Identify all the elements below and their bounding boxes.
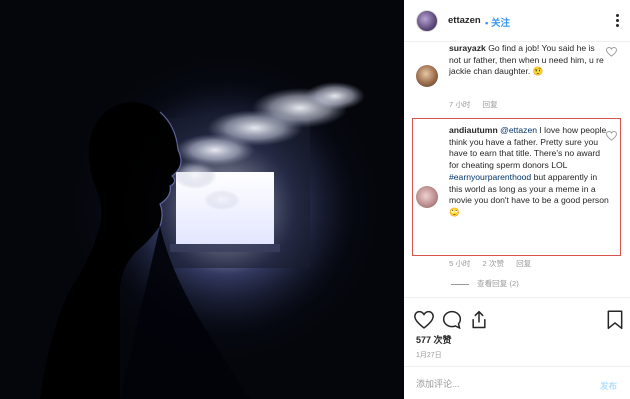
view-replies-button[interactable]: 查看回复 (2) — [451, 278, 519, 289]
reply-button[interactable]: 回复 — [483, 100, 498, 109]
bookmark-icon[interactable] — [605, 310, 625, 330]
post-date[interactable]: 1月27日 — [416, 350, 442, 360]
post-header: ettazen • 关注 — [404, 0, 630, 42]
replies-divider — [451, 283, 469, 285]
share-icon[interactable] — [469, 310, 489, 330]
comment-text: surayazk Go find a job! You said he is n… — [449, 43, 609, 78]
author-username[interactable]: ettazen — [448, 15, 481, 26]
highlight-box — [412, 118, 621, 256]
view-replies-label: 查看回复 (2) — [477, 279, 519, 288]
post-comment-button[interactable]: 发布 — [600, 380, 617, 392]
reply-button[interactable]: 回复 — [516, 259, 531, 268]
heart-icon[interactable] — [414, 310, 434, 330]
follow-label: 关注 — [490, 18, 510, 29]
comment-time: 7 小时 — [449, 100, 471, 109]
post-photo — [0, 0, 404, 399]
heart-icon[interactable] — [606, 47, 617, 57]
likes-count[interactable]: 577 次赞 — [416, 333, 452, 346]
commenter-username[interactable]: surayazk — [449, 43, 486, 53]
more-options-icon[interactable] — [610, 12, 624, 30]
author-avatar[interactable] — [416, 10, 438, 32]
comment-likes[interactable]: 2 次赞 — [483, 259, 505, 268]
comment-icon[interactable] — [442, 310, 462, 330]
comment-meta: 7 小时 回复 — [449, 99, 510, 110]
comment-time: 5 小时 — [449, 259, 471, 268]
follow-button[interactable]: • 关注 — [485, 15, 510, 29]
separator-dot: • — [485, 18, 489, 29]
add-comment-input[interactable] — [416, 379, 576, 389]
post-actions-bar — [404, 297, 630, 330]
commenter-avatar[interactable] — [416, 65, 438, 87]
comment-meta: 5 小时 2 次赞 回复 — [449, 258, 543, 269]
comment-item: surayazk Go find a job! You said he is n… — [404, 43, 630, 113]
silhouette-smoke-image — [0, 0, 404, 399]
add-comment-bar: 发布 — [404, 366, 630, 399]
